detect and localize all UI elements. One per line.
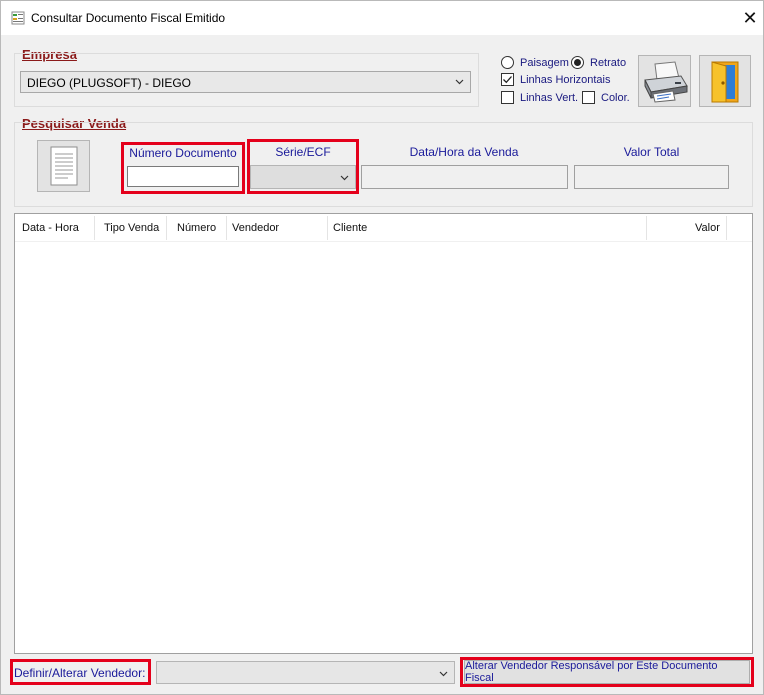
- close-icon: ✕: [742, 7, 758, 28]
- valor-total-label: Valor Total: [623, 145, 680, 159]
- empresa-select-value: DIEGO (PLUGSOFT) - DIEGO: [27, 76, 192, 90]
- linhas-vert-label: Linhas Vert.: [520, 92, 579, 104]
- color-checkbox[interactable]: [582, 91, 595, 104]
- column-separator[interactable]: [94, 216, 95, 240]
- data-hora-field: [361, 165, 568, 189]
- printer-icon: [644, 61, 688, 103]
- table-header: Data - Hora Tipo Venda Número Vendedor C…: [15, 214, 752, 242]
- column-header-data-hora[interactable]: Data - Hora: [22, 222, 79, 234]
- column-header-numero[interactable]: Número: [177, 222, 216, 234]
- retrato-label: Retrato: [590, 57, 627, 69]
- empresa-select[interactable]: DIEGO (PLUGSOFT) - DIEGO: [20, 71, 471, 93]
- highlight-numero-documento: [121, 142, 245, 194]
- chevron-down-icon: [439, 671, 448, 677]
- linhas-horizontais-label: Linhas Horizontais: [520, 74, 611, 86]
- app-icon: [11, 11, 25, 25]
- exit-button[interactable]: [699, 55, 751, 107]
- title-bar[interactable]: Consultar Documento Fiscal Emitido ✕: [1, 1, 763, 35]
- column-separator[interactable]: [726, 216, 727, 240]
- document-icon: [50, 146, 78, 186]
- column-header-cliente[interactable]: Cliente: [333, 222, 367, 234]
- checkmark-icon: [503, 76, 512, 84]
- column-header-valor[interactable]: Valor: [695, 222, 720, 234]
- chevron-down-icon: [455, 79, 464, 85]
- column-separator[interactable]: [646, 216, 647, 240]
- linhas-horizontais-checkbox[interactable]: [501, 73, 514, 86]
- valor-total-field: [574, 165, 729, 189]
- vendedor-select[interactable]: [156, 661, 455, 684]
- window-title: Consultar Documento Fiscal Emitido: [31, 11, 226, 25]
- paisagem-radio[interactable]: [501, 56, 514, 69]
- highlight-alterar-button: [460, 657, 754, 687]
- linhas-vert-checkbox[interactable]: [501, 91, 514, 104]
- column-header-tipo-venda[interactable]: Tipo Venda: [104, 222, 159, 234]
- column-separator[interactable]: [166, 216, 167, 240]
- print-button[interactable]: [638, 55, 691, 107]
- data-hora-label: Data/Hora da Venda: [409, 145, 519, 159]
- results-table[interactable]: Data - Hora Tipo Venda Número Vendedor C…: [14, 213, 753, 654]
- color-label: Color.: [601, 92, 630, 104]
- retrato-radio[interactable]: [571, 56, 584, 69]
- document-button[interactable]: [37, 140, 90, 192]
- highlight-serie-ecf: [247, 139, 359, 194]
- column-header-vendedor[interactable]: Vendedor: [232, 222, 279, 234]
- dialog-window: Consultar Documento Fiscal Emitido ✕ Emp…: [0, 0, 764, 695]
- exit-door-icon: [711, 61, 739, 103]
- highlight-vendedor-label: [10, 659, 151, 685]
- column-separator[interactable]: [226, 216, 227, 240]
- close-button[interactable]: ✕: [727, 1, 764, 35]
- column-separator[interactable]: [327, 216, 328, 240]
- paisagem-label: Paisagem: [520, 57, 569, 69]
